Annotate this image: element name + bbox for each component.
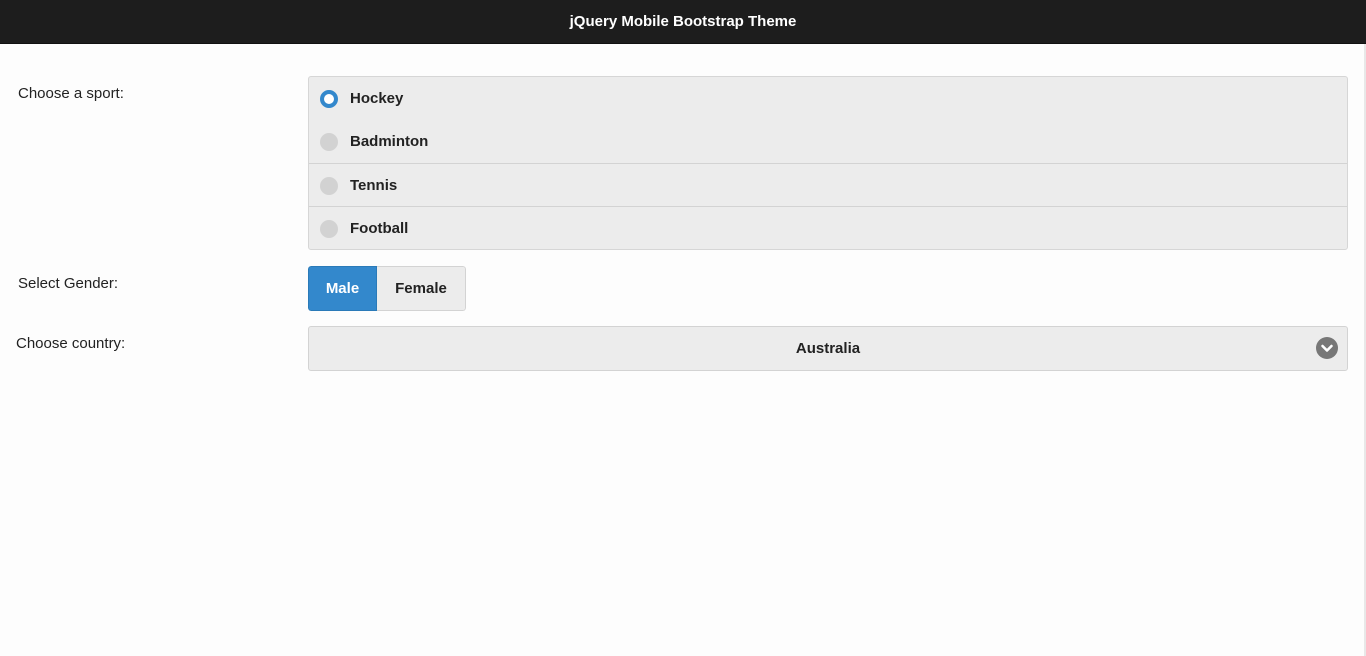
radio-option-badminton[interactable]: Badminton bbox=[309, 120, 1347, 163]
radio-option-football[interactable]: Football bbox=[309, 206, 1347, 249]
gender-male-button[interactable]: Male bbox=[308, 266, 377, 311]
sport-label: Choose a sport: bbox=[18, 85, 124, 102]
radio-unchecked-icon[interactable] bbox=[320, 133, 338, 151]
radio-option-tennis[interactable]: Tennis bbox=[309, 163, 1347, 206]
page-header: jQuery Mobile Bootstrap Theme bbox=[0, 0, 1366, 44]
radio-unchecked-icon[interactable] bbox=[320, 220, 338, 238]
country-selected-value: Australia bbox=[309, 327, 1347, 370]
gender-female-button[interactable]: Female bbox=[377, 266, 466, 311]
sport-radio-group: Hockey Badminton Tennis Football bbox=[308, 76, 1348, 250]
gender-segmented-control: Male Female bbox=[308, 266, 466, 311]
gender-label: Select Gender: bbox=[18, 275, 118, 292]
country-select[interactable]: Australia bbox=[308, 326, 1348, 371]
radio-option-hockey[interactable]: Hockey bbox=[309, 77, 1347, 120]
radio-checked-icon[interactable] bbox=[320, 90, 338, 108]
country-label: Choose country: bbox=[16, 335, 125, 352]
radio-option-label: Football bbox=[350, 207, 408, 250]
radio-unchecked-icon[interactable] bbox=[320, 177, 338, 195]
radio-option-label: Hockey bbox=[350, 77, 403, 120]
radio-option-label: Badminton bbox=[350, 120, 428, 163]
page-title: jQuery Mobile Bootstrap Theme bbox=[570, 13, 797, 30]
radio-option-label: Tennis bbox=[350, 164, 397, 207]
chevron-down-icon[interactable] bbox=[1316, 337, 1338, 359]
